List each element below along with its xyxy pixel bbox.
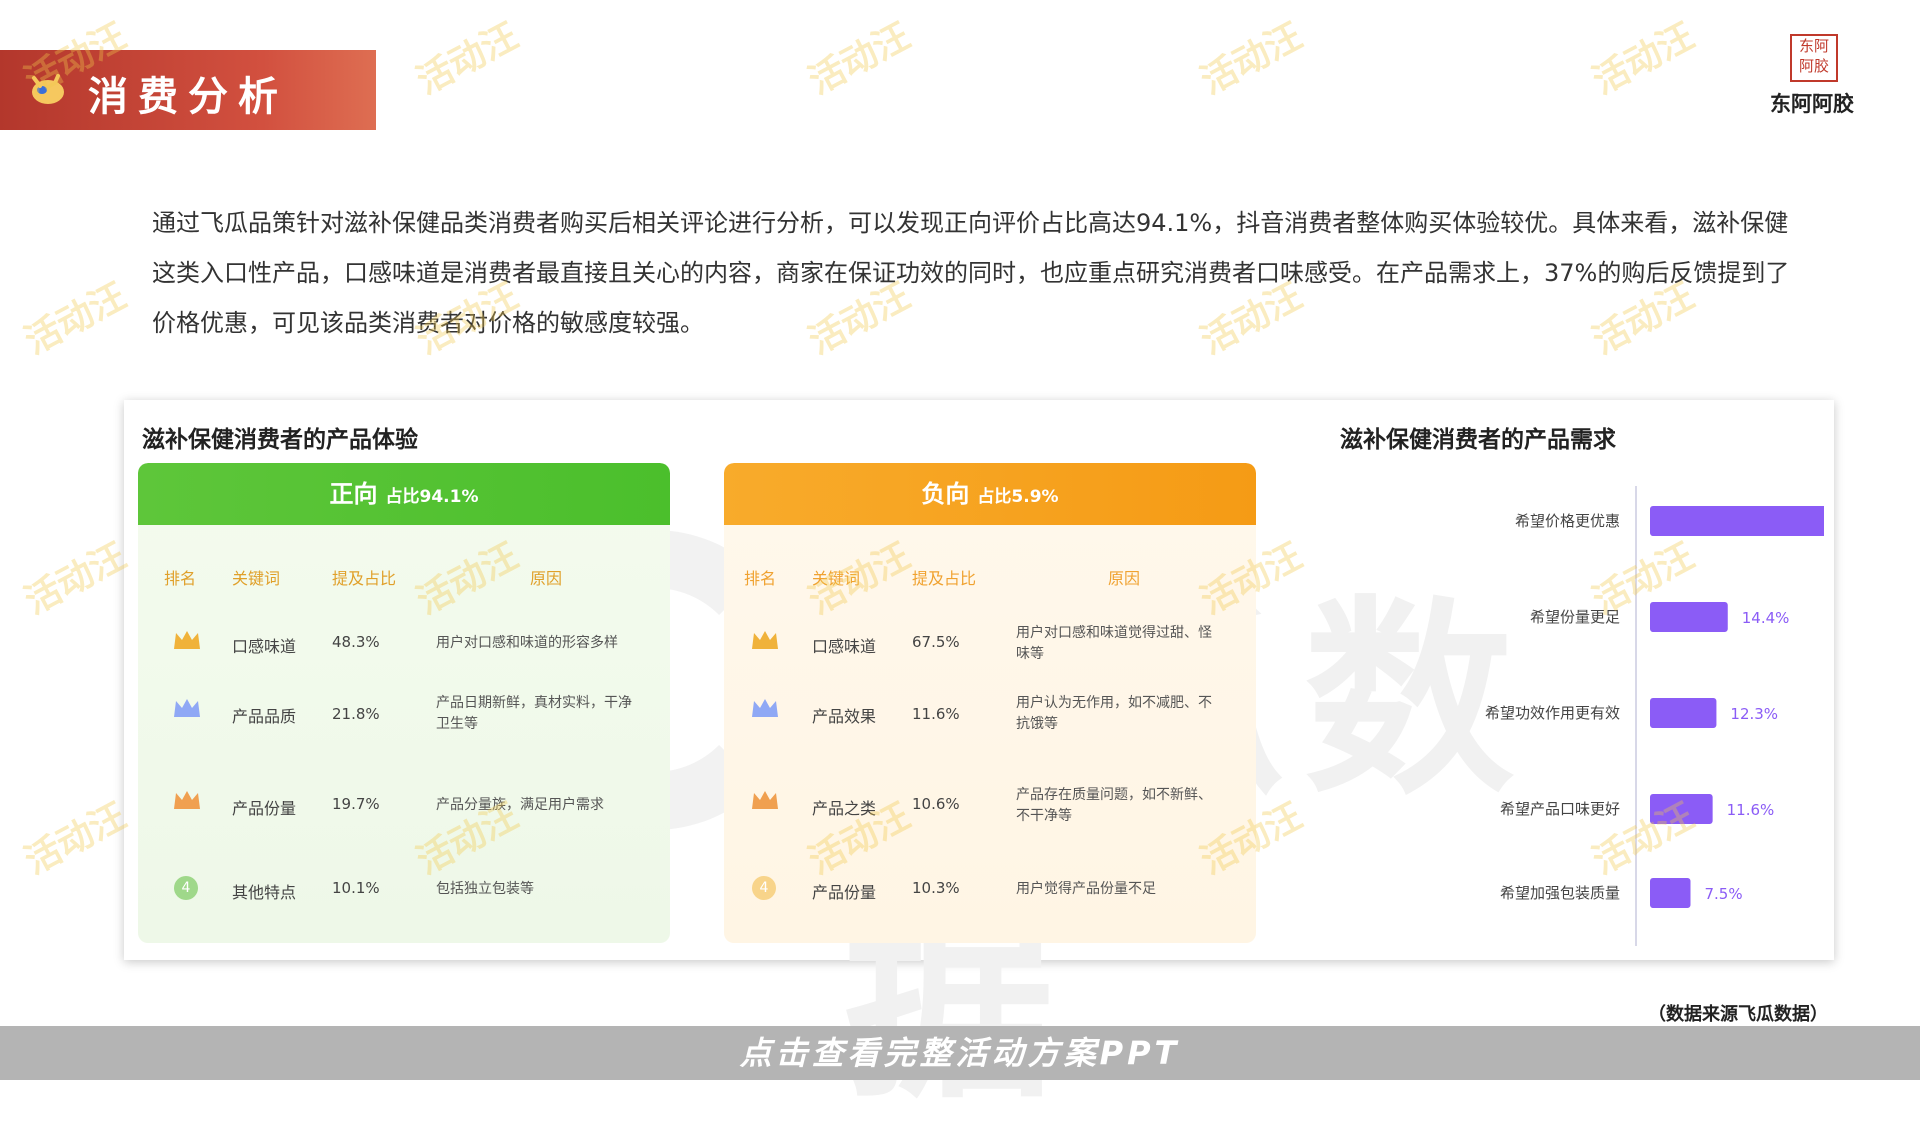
col-share: 提及占比 <box>912 569 977 588</box>
negative-card: 负向 占比5.9% 排名 关键词 提及占比 原因 口感味道 67.5% 用户对口感… <box>724 463 1256 943</box>
tile-watermark: 活动汪 <box>18 795 133 883</box>
footer-cta-text[interactable]: 点击查看完整活动方案PPT <box>740 1026 1181 1080</box>
mascot-icon <box>32 74 64 104</box>
section-title-bar: 消费分析 <box>0 50 376 130</box>
keyword: 其他特点 <box>232 883 297 902</box>
mention-share: 11.6% <box>912 705 960 723</box>
reason: 用户对口感和味道的形容多样 <box>436 635 618 651</box>
tile-watermark: 活动汪 <box>1194 15 1309 103</box>
gold-crown-icon <box>750 629 780 655</box>
col-reason: 原因 <box>530 569 563 588</box>
value-label: 12.3% <box>1730 705 1778 723</box>
negative-card-header: 负向 占比5.9% <box>724 463 1256 525</box>
source-note: （数据来源飞瓜数据） <box>1648 1004 1828 1025</box>
mention-share: 10.3% <box>912 879 960 897</box>
page-title: 消费分析 <box>88 73 288 120</box>
keyword: 产品份量 <box>812 883 877 902</box>
category-label: 希望价格更优惠 <box>1515 512 1620 530</box>
keyword: 口感味道 <box>812 637 877 656</box>
demand-chart: 希望价格更优惠37.0%希望份量更足14.4%希望功效作用更有效12.3%希望产… <box>1304 480 1911 950</box>
mention-share: 19.7% <box>332 795 380 813</box>
demand-title: 滋补保健消费者的产品需求 <box>1340 427 1616 453</box>
experience-title: 滋补保健消费者的产品体验 <box>142 427 418 453</box>
intro-paragraph: 通过飞瓜品策针对滋补保健品类消费者购买后相关评论进行分析，可以发现正向评价占比高… <box>152 209 1790 337</box>
col-rank: 排名 <box>164 569 197 588</box>
value-label: 11.6% <box>1727 801 1775 819</box>
keyword: 产品份量 <box>232 799 297 818</box>
col-share: 提及占比 <box>332 569 397 588</box>
category-label: 希望份量更足 <box>1530 608 1620 626</box>
reason: 用户认为无作用，如不减肥、不抗饿等 <box>1016 695 1212 732</box>
keyword: 产品之类 <box>812 799 877 818</box>
tile-watermark: 活动汪 <box>802 15 917 103</box>
category-label: 希望加强包装质量 <box>1500 884 1620 902</box>
bronze-crown-icon <box>750 789 780 815</box>
demand-bar <box>1650 698 1717 728</box>
col-rank: 排名 <box>744 569 777 588</box>
positive-label: 正向 <box>329 480 378 508</box>
brand-name: 东阿阿胶 <box>1770 91 1854 116</box>
reason: 产品日期新鲜，真材实料，干净卫生等 <box>436 695 632 732</box>
silver-crown-icon <box>750 697 780 723</box>
reason: 包括独立包装等 <box>436 881 534 897</box>
col-reason: 原因 <box>1108 569 1141 588</box>
col-keyword: 关键词 <box>232 569 281 588</box>
footer-cta-bar[interactable]: 点击查看完整活动方案PPT <box>0 1026 1920 1080</box>
demand-bar <box>1650 794 1713 824</box>
reason: 用户对口感和味道觉得过甜、怪味等 <box>1016 625 1212 662</box>
positive-card: 正向 占比94.1% 排名 关键词 提及占比 原因 口感味道 48.3% 用户对口… <box>138 463 670 943</box>
category-label: 希望功效作用更有效 <box>1485 704 1620 722</box>
value-label: 7.5% <box>1705 885 1743 903</box>
tile-watermark: 活动汪 <box>410 15 525 103</box>
brand-seal-logo: 东阿 阿胶 <box>1790 34 1838 82</box>
negative-share: 占比5.9% <box>977 487 1059 507</box>
category-label: 希望产品口味更好 <box>1500 800 1620 818</box>
silver-crown-icon <box>172 697 202 723</box>
reason: 用户觉得产品份量不足 <box>1016 881 1156 897</box>
demand-bar <box>1650 878 1691 908</box>
value-label: 14.4% <box>1742 609 1790 627</box>
positive-card-header: 正向 占比94.1% <box>138 463 670 525</box>
keyword: 产品效果 <box>812 707 877 726</box>
tile-watermark: 活动汪 <box>18 535 133 623</box>
keyword: 口感味道 <box>232 637 297 656</box>
negative-label: 负向 <box>921 480 970 508</box>
rank-four-badge: 4 <box>752 876 776 900</box>
rank-four-badge: 4 <box>174 876 198 900</box>
mention-share: 67.5% <box>912 633 960 651</box>
gold-crown-icon <box>172 629 202 655</box>
reason: 产品存在质量问题，如不新鲜、不干净等 <box>1016 787 1212 824</box>
analysis-panel: 飞瓜数据 滋补保健消费者的产品体验 滋补保健消费者的产品需求 正向占比94.1%… <box>124 400 1911 1127</box>
reason: 产品分量族，满足用户需求 <box>436 797 604 813</box>
bronze-crown-icon <box>172 789 202 815</box>
mention-share: 10.1% <box>332 879 380 897</box>
demand-bar-chart: 希望价格更优惠37.0%希望份量更足14.4%希望功效作用更有效12.3%希望产… <box>1485 486 1911 946</box>
mention-share: 10.6% <box>912 795 960 813</box>
tile-watermark: 活动汪 <box>18 275 133 363</box>
mention-share: 21.8% <box>332 705 380 723</box>
mention-share: 48.3% <box>332 633 380 651</box>
positive-share: 占比94.1% <box>385 487 479 507</box>
demand-bar <box>1650 602 1728 632</box>
tile-watermark: 活动汪 <box>1586 15 1701 103</box>
col-keyword: 关键词 <box>812 569 861 588</box>
keyword: 产品品质 <box>232 707 297 726</box>
demand-bar <box>1650 506 1850 536</box>
